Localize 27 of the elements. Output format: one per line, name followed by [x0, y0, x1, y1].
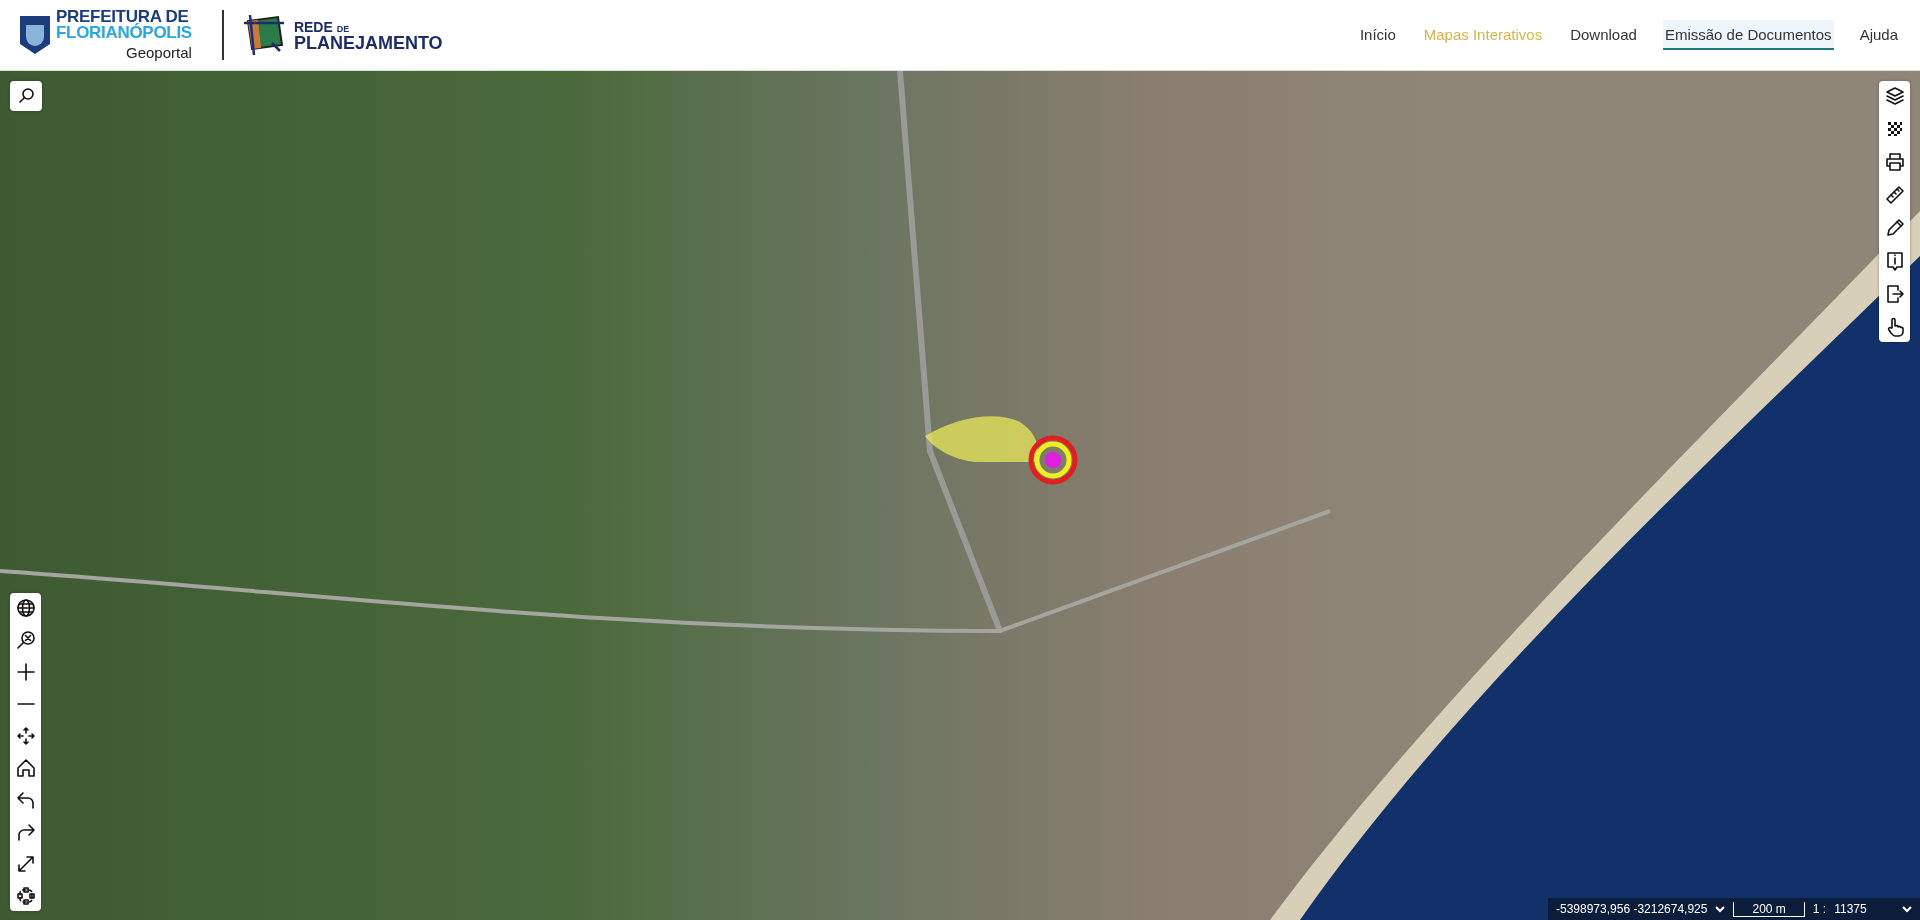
- chevron-down-icon[interactable]: [1715, 905, 1726, 913]
- partner-logo-text: REDE DE: [293, 18, 351, 35]
- layers-icon: [1883, 85, 1906, 107]
- zoom-out-icon: [14, 702, 37, 706]
- scale-ratio-value: 11375: [1834, 902, 1867, 916]
- nav-link[interactable]: Ajuda: [1857, 20, 1900, 50]
- ruler-icon: [1883, 184, 1906, 206]
- zoom-in-icon: [14, 661, 37, 683]
- scale-ratio-label: 1 :: [1812, 902, 1827, 916]
- globe-icon: [14, 597, 37, 619]
- home-icon: [14, 757, 37, 779]
- scale-bar: 200 m: [1733, 901, 1805, 917]
- nav-link[interactable]: Início: [1357, 20, 1398, 50]
- nav-link[interactable]: Download: [1568, 20, 1639, 50]
- coat-of-arms-icon: [20, 16, 50, 54]
- printer-icon: [1883, 151, 1906, 173]
- search-button[interactable]: [10, 81, 42, 111]
- pan-icon: [14, 725, 37, 747]
- select-icon: [14, 885, 37, 907]
- partner-logo-text: PLANEJAMENTO: [293, 34, 443, 52]
- zoom-extent-icon: [14, 629, 37, 651]
- nav-link[interactable]: Emissão de Documentos: [1662, 20, 1834, 50]
- coordinates-text: -5398973,956 -3212674,925: [1556, 902, 1708, 916]
- geoportal-subtitle: Geoportal: [125, 44, 192, 61]
- satellite-map[interactable]: [0, 71, 1920, 920]
- chevron-down-icon[interactable]: [1902, 905, 1912, 913]
- undo-icon: [14, 789, 37, 811]
